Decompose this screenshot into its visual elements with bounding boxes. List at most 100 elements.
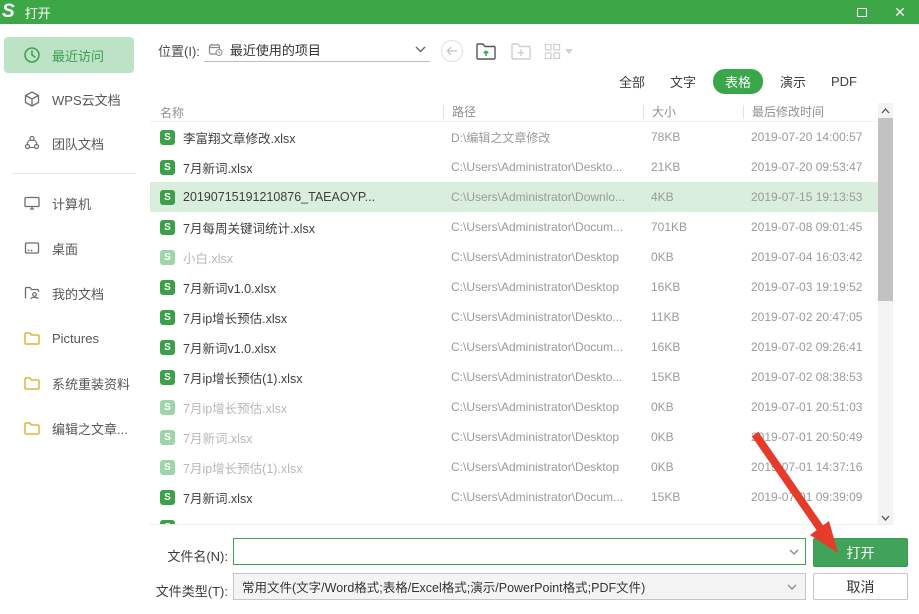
file-size: 11KB <box>643 310 743 324</box>
table-row[interactable]: S7月ip增长预估(1).xlsx C:\Users\Administrator… <box>150 362 878 392</box>
table-row-selected[interactable]: S20190715191210876_TAEAOYP... C:\Users\A… <box>150 182 878 212</box>
chevron-down-icon <box>415 46 426 53</box>
sidebar-divider <box>12 173 136 174</box>
file-modified: 2019-07-08 09:01:45 <box>743 220 878 234</box>
file-name: 7月新词.xlsx <box>183 158 252 177</box>
folder-up-button[interactable] <box>474 40 498 62</box>
file-name: 7月每周关键词统计.xlsx <box>183 218 315 237</box>
column-header-modified[interactable]: 最后修改时间 <box>743 105 878 119</box>
caret-down-icon <box>565 49 573 54</box>
tab-writer[interactable]: 文字 <box>670 72 696 91</box>
sidebar-item-label: 桌面 <box>52 239 78 258</box>
spreadsheet-file-icon: S <box>160 460 175 475</box>
table-row[interactable]: S7月新词.xlsx C:\Users\Administrator\Deskto… <box>150 422 878 452</box>
file-path: C:\Users\Administrator\Deskto... <box>443 160 643 174</box>
file-modified: 2019-07-02 09:26:41 <box>743 340 878 354</box>
location-label: 位置(I): <box>158 41 200 60</box>
column-header-size[interactable]: 大小 <box>643 105 743 119</box>
sidebar-item-recent[interactable]: 最近访问 <box>4 37 134 73</box>
list-header: 名称 路径 大小 最后修改时间 <box>150 103 878 122</box>
spreadsheet-file-icon: S <box>160 130 175 145</box>
close-icon: ✕ <box>894 5 906 19</box>
sidebar-item-system-reinstall[interactable]: 系统重装资料 <box>0 371 150 395</box>
sidebar-item-label: 编辑之文章... <box>52 419 128 438</box>
spreadsheet-file-icon: S <box>160 310 175 325</box>
toolbar-buttons <box>441 40 573 62</box>
file-name: 李富翔文章修改.xlsx <box>183 128 296 147</box>
spreadsheet-file-icon: S <box>160 400 175 415</box>
window-title: 打开 <box>25 3 51 22</box>
computer-icon <box>22 194 41 213</box>
file-size: 15KB <box>643 370 743 384</box>
cancel-button[interactable]: 取消 <box>813 573 908 600</box>
table-row[interactable]: S李富翔文章修改.xlsx D:\编辑之文章修改 78KB 2019-07-20… <box>150 122 878 152</box>
filename-label: 文件名(N): <box>148 546 228 565</box>
spreadsheet-file-icon: S <box>160 370 175 385</box>
back-button[interactable] <box>441 40 463 62</box>
file-modified: 2019-07-02 20:47:05 <box>743 310 878 324</box>
sidebar-item-desktop[interactable]: 桌面 <box>0 236 150 260</box>
table-row[interactable]: S7月每周关键词统计.xlsx C:\Users\Administrator\D… <box>150 212 878 242</box>
table-row[interactable]: S7月ip增长预估.xlsx C:\Users\Administrator\De… <box>150 392 878 422</box>
spreadsheet-file-icon: S <box>160 340 175 355</box>
tab-spreadsheet[interactable]: 表格 <box>713 69 763 94</box>
sidebar-item-edit-articles[interactable]: 编辑之文章... <box>0 416 150 440</box>
table-row[interactable]: S 7月新词v1.0.xlsx C:\Users\Administrator\De… <box>150 272 878 302</box>
column-header-name[interactable]: 名称 <box>160 104 443 121</box>
sidebar-item-label: Pictures <box>52 331 99 346</box>
filetype-dropdown[interactable]: 常用文件(文字/Word格式;表格/Excel格式;演示/PowerPoint格… <box>233 573 806 600</box>
table-row[interactable]: S7月新词v1.0.xlsx C:\Users\Administrator\Do… <box>150 332 878 362</box>
sidebar-item-label: 系统重装资料 <box>52 374 130 393</box>
sidebar-item-pictures[interactable]: Pictures <box>0 326 150 350</box>
file-size: 0KB <box>643 460 743 474</box>
open-button[interactable]: 打开 <box>813 538 908 567</box>
file-modified: 2019-07-20 14:00:57 <box>743 130 878 144</box>
view-mode-button[interactable] <box>544 43 573 60</box>
team-docs-icon <box>22 134 41 153</box>
sidebar-item-computer[interactable]: 计算机 <box>0 191 150 215</box>
tab-pdf[interactable]: PDF <box>831 74 857 89</box>
wps-logo: S <box>2 0 15 24</box>
file-modified: 2019-07-01 20:51:03 <box>743 400 878 414</box>
file-path: C:\Users\Administrator\Desktop <box>443 280 643 294</box>
tab-presentation[interactable]: 演示 <box>780 72 806 91</box>
vertical-scrollbar[interactable] <box>878 103 893 525</box>
column-header-path[interactable]: 路径 <box>443 105 643 119</box>
tab-all[interactable]: 全部 <box>619 72 645 91</box>
my-documents-icon <box>22 284 41 303</box>
sidebar-item-my-documents[interactable]: 我的文档 <box>0 281 150 305</box>
clock-icon <box>22 46 41 65</box>
file-size: 78KB <box>643 130 743 144</box>
table-row[interactable]: S7月新词.xlsx C:\Users\Administrator\Docum.… <box>150 482 878 512</box>
table-row[interactable]: S7月新词.xlsx C:\Users\Administrator\Deskto… <box>150 152 878 182</box>
recent-items-icon <box>208 42 223 57</box>
table-row[interactable]: S小白.xlsx C:\Users\Administrator\Desktop … <box>150 242 878 272</box>
file-size: 701KB <box>643 220 743 234</box>
table-row-partial[interactable]: S <box>150 512 878 525</box>
new-folder-button[interactable] <box>509 40 533 62</box>
table-row[interactable]: S7月ip增长预估.xlsx C:\Users\Administrator\De… <box>150 302 878 332</box>
file-type-tabs: 全部 文字 表格 演示 PDF <box>619 72 857 91</box>
scroll-down-icon[interactable] <box>878 510 893 525</box>
file-size: 15KB <box>643 490 743 504</box>
close-button[interactable]: ✕ <box>881 0 919 24</box>
scrollbar-thumb[interactable] <box>878 118 893 301</box>
chevron-down-icon[interactable] <box>789 549 805 555</box>
file-modified: 2019-07-01 14:37:16 <box>743 460 878 474</box>
location-dropdown[interactable]: 最近使用的项目 <box>204 38 430 62</box>
filename-input[interactable] <box>234 539 789 564</box>
sidebar-item-label: 最近访问 <box>52 46 104 65</box>
file-modified: 2019-07-02 08:38:53 <box>743 370 878 384</box>
sidebar-item-label: 我的文档 <box>52 284 104 303</box>
file-path: C:\Users\Administrator\Desktop <box>443 430 643 444</box>
scroll-up-icon[interactable] <box>878 103 893 118</box>
table-row[interactable]: S7月ip增长预估(1).xlsx C:\Users\Administrator… <box>150 452 878 482</box>
file-name: 7月ip增长预估.xlsx <box>183 308 287 327</box>
sidebar-item-wps-cloud[interactable]: WPS云文档 <box>0 87 150 111</box>
sidebar-item-team-docs[interactable]: 团队文档 <box>0 131 150 155</box>
sidebar-item-label: 计算机 <box>52 194 91 213</box>
spreadsheet-file-icon: S <box>160 250 175 265</box>
maximize-button[interactable] <box>843 0 881 24</box>
spreadsheet-file-icon: S <box>160 280 175 295</box>
file-name: 7月新词v1.0.xlsx <box>183 278 276 297</box>
